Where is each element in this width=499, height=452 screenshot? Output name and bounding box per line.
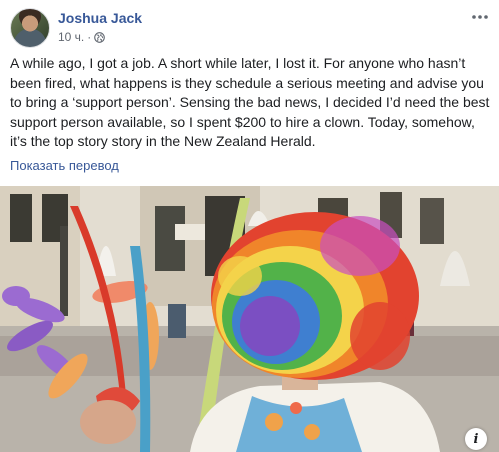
author-avatar[interactable] — [10, 8, 50, 48]
more-horizontal-icon — [472, 15, 488, 19]
photo-info-button[interactable]: i — [465, 428, 487, 450]
post-body-text: A while ago, I got a job. A short while … — [10, 55, 490, 149]
post-meta: 10 ч. · — [58, 30, 106, 44]
post-timestamp[interactable]: 10 ч. — [58, 30, 84, 44]
post-options-button[interactable] — [470, 8, 490, 26]
clown-photo-illustration — [0, 186, 499, 452]
author-name[interactable]: Joshua Jack — [58, 10, 142, 26]
meta-separator: · — [87, 30, 92, 44]
facebook-post: Joshua Jack 10 ч. · A while ago, I got a… — [0, 0, 499, 452]
show-translation-link[interactable]: Показать перевод — [10, 158, 119, 173]
post-header: Joshua Jack 10 ч. · — [10, 8, 490, 50]
post-photo[interactable]: i — [0, 186, 499, 452]
globe-icon[interactable] — [94, 31, 106, 43]
